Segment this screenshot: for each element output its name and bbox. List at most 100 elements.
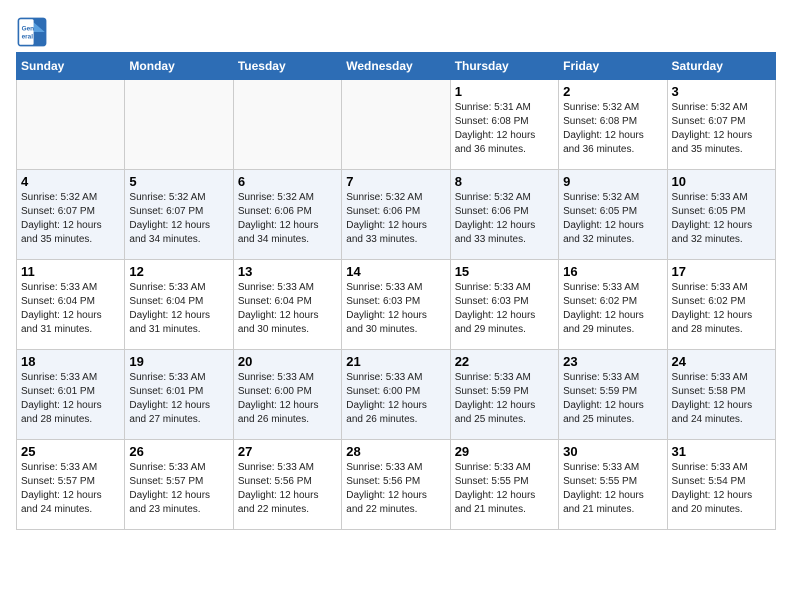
calendar-day-cell: 15 Sunrise: 5:33 AM Sunset: 6:03 PM Dayli… — [450, 260, 558, 350]
day-number: 9 — [563, 174, 662, 189]
calendar-day-cell: 2 Sunrise: 5:32 AM Sunset: 6:08 PM Daylig… — [559, 80, 667, 170]
calendar-day-cell — [233, 80, 341, 170]
day-info: Sunrise: 5:33 AM Sunset: 5:56 PM Dayligh… — [238, 461, 337, 517]
day-number: 16 — [563, 264, 662, 279]
day-info: Sunrise: 5:32 AM Sunset: 6:06 PM Dayligh… — [346, 191, 445, 247]
day-number: 6 — [238, 174, 337, 189]
day-number: 23 — [563, 354, 662, 369]
day-info: Sunrise: 5:32 AM Sunset: 6:07 PM Dayligh… — [672, 101, 771, 157]
day-info: Sunrise: 5:32 AM Sunset: 6:08 PM Dayligh… — [563, 101, 662, 157]
calendar-day-cell: 9 Sunrise: 5:32 AM Sunset: 6:05 PM Daylig… — [559, 170, 667, 260]
day-number: 8 — [455, 174, 554, 189]
day-info: Sunrise: 5:33 AM Sunset: 6:03 PM Dayligh… — [455, 281, 554, 337]
calendar-day-cell: 20 Sunrise: 5:33 AM Sunset: 6:00 PM Dayli… — [233, 350, 341, 440]
weekday-header-wednesday: Wednesday — [342, 53, 450, 80]
day-info: Sunrise: 5:31 AM Sunset: 6:08 PM Dayligh… — [455, 101, 554, 157]
day-info: Sunrise: 5:33 AM Sunset: 6:04 PM Dayligh… — [238, 281, 337, 337]
day-number: 14 — [346, 264, 445, 279]
calendar-day-cell: 3 Sunrise: 5:32 AM Sunset: 6:07 PM Daylig… — [667, 80, 775, 170]
day-info: Sunrise: 5:32 AM Sunset: 6:07 PM Dayligh… — [21, 191, 120, 247]
day-number: 22 — [455, 354, 554, 369]
day-number: 13 — [238, 264, 337, 279]
calendar-day-cell: 12 Sunrise: 5:33 AM Sunset: 6:04 PM Dayli… — [125, 260, 233, 350]
calendar-day-cell: 6 Sunrise: 5:32 AM Sunset: 6:06 PM Daylig… — [233, 170, 341, 260]
calendar-day-cell: 31Sunrise: 5:33 AM Sunset: 5:54 PM Dayli… — [667, 440, 775, 530]
day-info: Sunrise: 5:33 AM Sunset: 5:57 PM Dayligh… — [21, 461, 120, 517]
calendar-day-cell: 13 Sunrise: 5:33 AM Sunset: 6:04 PM Dayli… — [233, 260, 341, 350]
calendar-day-cell: 1Sunrise: 5:31 AM Sunset: 6:08 PM Daylig… — [450, 80, 558, 170]
calendar-day-cell: 30 Sunrise: 5:33 AM Sunset: 5:55 PM Dayli… — [559, 440, 667, 530]
calendar-day-cell: 5Sunrise: 5:32 AM Sunset: 6:07 PM Daylig… — [125, 170, 233, 260]
day-number: 26 — [129, 444, 228, 459]
day-number: 11 — [21, 264, 120, 279]
day-info: Sunrise: 5:33 AM Sunset: 6:00 PM Dayligh… — [346, 371, 445, 427]
calendar-day-cell: 17 Sunrise: 5:33 AM Sunset: 6:02 PM Dayli… — [667, 260, 775, 350]
calendar-day-cell: 28 Sunrise: 5:33 AM Sunset: 5:56 PM Dayli… — [342, 440, 450, 530]
day-info: Sunrise: 5:33 AM Sunset: 5:56 PM Dayligh… — [346, 461, 445, 517]
day-number: 27 — [238, 444, 337, 459]
calendar-day-cell: 7 Sunrise: 5:32 AM Sunset: 6:06 PM Daylig… — [342, 170, 450, 260]
day-number: 25 — [21, 444, 120, 459]
day-info: Sunrise: 5:33 AM Sunset: 6:01 PM Dayligh… — [21, 371, 120, 427]
calendar-day-cell: 8 Sunrise: 5:32 AM Sunset: 6:06 PM Daylig… — [450, 170, 558, 260]
day-info: Sunrise: 5:33 AM Sunset: 5:55 PM Dayligh… — [563, 461, 662, 517]
calendar-day-cell: 4 Sunrise: 5:32 AM Sunset: 6:07 PM Daylig… — [17, 170, 125, 260]
calendar-day-cell — [17, 80, 125, 170]
calendar-week-row: 25 Sunrise: 5:33 AM Sunset: 5:57 PM Dayli… — [17, 440, 776, 530]
day-info: Sunrise: 5:33 AM Sunset: 6:02 PM Dayligh… — [672, 281, 771, 337]
logo-icon: Gen eral — [16, 16, 48, 48]
day-number: 10 — [672, 174, 771, 189]
day-info: Sunrise: 5:33 AM Sunset: 6:05 PM Dayligh… — [672, 191, 771, 247]
day-info: Sunrise: 5:33 AM Sunset: 5:54 PM Dayligh… — [672, 461, 771, 517]
day-number: 3 — [672, 84, 771, 99]
day-number: 19 — [129, 354, 228, 369]
day-number: 12 — [129, 264, 228, 279]
day-info: Sunrise: 5:33 AM Sunset: 6:01 PM Dayligh… — [129, 371, 228, 427]
weekday-header-row: SundayMondayTuesdayWednesdayThursdayFrid… — [17, 53, 776, 80]
calendar-day-cell: 18 Sunrise: 5:33 AM Sunset: 6:01 PM Dayli… — [17, 350, 125, 440]
calendar-day-cell: 23Sunrise: 5:33 AM Sunset: 5:59 PM Dayli… — [559, 350, 667, 440]
logo: Gen eral — [16, 16, 52, 48]
day-info: Sunrise: 5:32 AM Sunset: 6:06 PM Dayligh… — [455, 191, 554, 247]
calendar-week-row: 1Sunrise: 5:31 AM Sunset: 6:08 PM Daylig… — [17, 80, 776, 170]
day-number: 17 — [672, 264, 771, 279]
day-info: Sunrise: 5:32 AM Sunset: 6:05 PM Dayligh… — [563, 191, 662, 247]
day-number: 30 — [563, 444, 662, 459]
calendar-week-row: 18 Sunrise: 5:33 AM Sunset: 6:01 PM Dayli… — [17, 350, 776, 440]
calendar-day-cell: 11 Sunrise: 5:33 AM Sunset: 6:04 PM Dayli… — [17, 260, 125, 350]
day-number: 5 — [129, 174, 228, 189]
calendar-day-cell: 10 Sunrise: 5:33 AM Sunset: 6:05 PM Dayli… — [667, 170, 775, 260]
day-info: Sunrise: 5:33 AM Sunset: 5:57 PM Dayligh… — [129, 461, 228, 517]
day-info: Sunrise: 5:33 AM Sunset: 6:03 PM Dayligh… — [346, 281, 445, 337]
day-info: Sunrise: 5:33 AM Sunset: 5:58 PM Dayligh… — [672, 371, 771, 427]
weekday-header-thursday: Thursday — [450, 53, 558, 80]
day-info: Sunrise: 5:33 AM Sunset: 5:55 PM Dayligh… — [455, 461, 554, 517]
svg-text:Gen: Gen — [22, 25, 35, 32]
day-info: Sunrise: 5:33 AM Sunset: 6:02 PM Dayligh… — [563, 281, 662, 337]
weekday-header-friday: Friday — [559, 53, 667, 80]
day-info: Sunrise: 5:33 AM Sunset: 6:00 PM Dayligh… — [238, 371, 337, 427]
calendar-day-cell: 21 Sunrise: 5:33 AM Sunset: 6:00 PM Dayli… — [342, 350, 450, 440]
day-number: 7 — [346, 174, 445, 189]
day-number: 21 — [346, 354, 445, 369]
day-info: Sunrise: 5:33 AM Sunset: 6:04 PM Dayligh… — [21, 281, 120, 337]
day-number: 15 — [455, 264, 554, 279]
day-number: 4 — [21, 174, 120, 189]
weekday-header-monday: Monday — [125, 53, 233, 80]
calendar-day-cell: 25 Sunrise: 5:33 AM Sunset: 5:57 PM Dayli… — [17, 440, 125, 530]
calendar-day-cell: 22 Sunrise: 5:33 AM Sunset: 5:59 PM Dayli… — [450, 350, 558, 440]
day-number: 20 — [238, 354, 337, 369]
calendar-day-cell: 27 Sunrise: 5:33 AM Sunset: 5:56 PM Dayli… — [233, 440, 341, 530]
day-info: Sunrise: 5:32 AM Sunset: 6:06 PM Dayligh… — [238, 191, 337, 247]
day-number: 18 — [21, 354, 120, 369]
weekday-header-saturday: Saturday — [667, 53, 775, 80]
calendar-day-cell: 16 Sunrise: 5:33 AM Sunset: 6:02 PM Dayli… — [559, 260, 667, 350]
day-number: 28 — [346, 444, 445, 459]
day-info: Sunrise: 5:33 AM Sunset: 6:04 PM Dayligh… — [129, 281, 228, 337]
day-number: 2 — [563, 84, 662, 99]
day-info: Sunrise: 5:33 AM Sunset: 5:59 PM Dayligh… — [455, 371, 554, 427]
calendar-day-cell: 24Sunrise: 5:33 AM Sunset: 5:58 PM Dayli… — [667, 350, 775, 440]
calendar-day-cell: 14 Sunrise: 5:33 AM Sunset: 6:03 PM Dayli… — [342, 260, 450, 350]
weekday-header-sunday: Sunday — [17, 53, 125, 80]
calendar-day-cell: 19 Sunrise: 5:33 AM Sunset: 6:01 PM Dayli… — [125, 350, 233, 440]
